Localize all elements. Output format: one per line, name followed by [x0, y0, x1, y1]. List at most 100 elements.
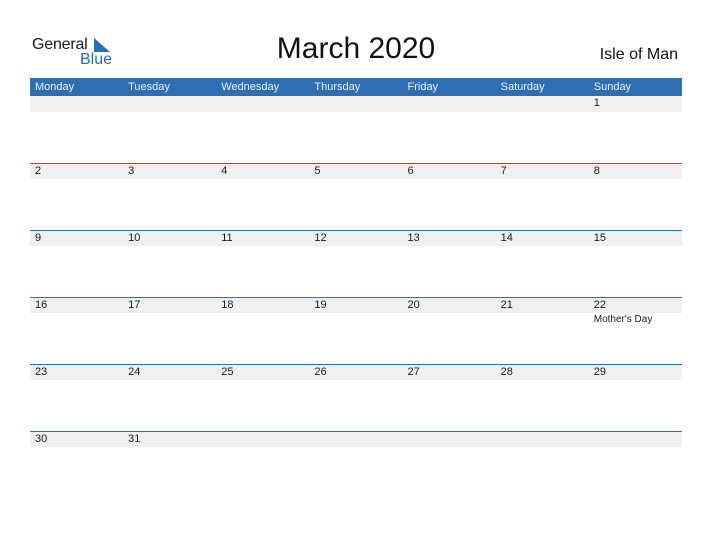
day-number: 26	[314, 366, 327, 378]
day-number	[35, 96, 123, 111]
day-number: 9	[35, 232, 42, 244]
day-number: 16	[35, 299, 48, 311]
day-cell	[496, 96, 589, 156]
day-number	[594, 432, 682, 447]
day-cell	[216, 96, 309, 156]
day-cell: 16	[30, 298, 123, 358]
day-cell: 14	[496, 231, 589, 291]
day-number: 30	[35, 433, 48, 445]
day-cell: 22 Mother's Day	[589, 298, 682, 358]
week-days: 30 31	[30, 432, 682, 492]
day-number: 27	[407, 366, 420, 378]
weeks-container: 1 2 3 4 5 6 7 8 9 10 11 12 13 14 15 16 17 18 19 20 21 22 Mothe…	[30, 96, 682, 498]
day-cell: 6	[403, 164, 496, 224]
weekday-saturday: Saturday	[500, 81, 545, 93]
day-number: 24	[128, 366, 141, 378]
week-row: 30 31	[30, 431, 682, 498]
day-number	[501, 96, 589, 111]
day-cell	[403, 432, 496, 492]
day-number	[221, 432, 309, 447]
week-row: 9 10 11 12 13 14 15	[30, 230, 682, 297]
day-number: 15	[593, 232, 606, 244]
day-cell	[589, 432, 682, 492]
day-cell: 18	[216, 298, 309, 358]
day-cell: 4	[216, 164, 309, 224]
week-days: 16 17 18 19 20 21 22 Mother's Day	[30, 298, 682, 358]
weekday-wednesday: Wednesday	[221, 81, 280, 93]
day-cell: 30	[30, 432, 123, 492]
weekday-tuesday: Tuesday	[128, 81, 170, 93]
day-number	[501, 432, 589, 447]
day-cell: 19	[309, 298, 402, 358]
day-number	[314, 96, 402, 111]
day-cell	[123, 96, 216, 156]
day-number: 4	[221, 165, 228, 177]
day-cell: 21	[496, 298, 589, 358]
day-cell	[309, 432, 402, 492]
day-cell: 25	[216, 365, 309, 425]
day-number: 10	[128, 232, 141, 244]
holiday-label: Mother's Day	[593, 314, 653, 325]
day-cell: 20	[403, 298, 496, 358]
day-number: 2	[35, 165, 42, 177]
week-days: 2 3 4 5 6 7 8	[30, 164, 682, 224]
day-number: 25	[221, 366, 234, 378]
week-row: 23 24 25 26 27 28 29	[30, 364, 682, 431]
day-cell: 31	[123, 432, 216, 492]
day-cell: 17	[123, 298, 216, 358]
day-cell: 11	[216, 231, 309, 291]
weekday-sunday: Sunday	[593, 81, 632, 93]
day-number: 21	[500, 299, 513, 311]
week-row: 16 17 18 19 20 21 22 Mother's Day	[30, 297, 682, 364]
day-cell: 24	[123, 365, 216, 425]
day-number: 20	[407, 299, 420, 311]
day-number: 11	[221, 232, 233, 244]
day-cell: 13	[403, 231, 496, 291]
day-number: 6	[407, 165, 414, 177]
day-cell	[216, 432, 309, 492]
day-number: 14	[500, 232, 513, 244]
week-days: 9 10 11 12 13 14 15	[30, 231, 682, 291]
weekday-monday: Monday	[35, 81, 75, 93]
day-number	[408, 96, 496, 111]
day-cell	[309, 96, 402, 156]
day-number	[314, 432, 402, 447]
day-number: 1	[593, 97, 600, 109]
day-number	[221, 96, 309, 111]
week-row: 1	[30, 96, 682, 163]
day-cell: 26	[309, 365, 402, 425]
day-cell: 27	[403, 365, 496, 425]
day-cell: 5	[309, 164, 402, 224]
weekday-thursday: Thursday	[314, 81, 361, 93]
day-cell	[30, 96, 123, 156]
day-number: 29	[593, 366, 606, 378]
day-cell: 29	[589, 365, 682, 425]
day-number: 18	[221, 299, 234, 311]
day-number: 19	[314, 299, 327, 311]
day-cell: 1	[589, 96, 682, 156]
week-days: 1	[30, 96, 682, 156]
day-number: 7	[500, 165, 507, 177]
weekday-friday: Friday	[407, 81, 439, 93]
day-cell: 10	[123, 231, 216, 291]
day-cell: 3	[123, 164, 216, 224]
day-cell	[403, 96, 496, 156]
day-cell: 12	[309, 231, 402, 291]
day-number: 3	[128, 165, 135, 177]
week-days: 23 24 25 26 27 28 29	[30, 365, 682, 425]
week-row: 2 3 4 5 6 7 8	[30, 163, 682, 230]
day-cell: 15	[589, 231, 682, 291]
region-label: Isle of Man	[599, 46, 678, 63]
day-number: 22	[593, 299, 606, 311]
day-number	[408, 432, 496, 447]
day-cell: 23	[30, 365, 123, 425]
day-cell: 2	[30, 164, 123, 224]
day-number: 12	[314, 232, 327, 244]
day-cell: 28	[496, 365, 589, 425]
day-cell: 7	[496, 164, 589, 224]
day-cell: 8	[589, 164, 682, 224]
day-cell: 9	[30, 231, 123, 291]
day-number: 13	[407, 232, 420, 244]
day-number: 28	[500, 366, 513, 378]
weekday-header: Monday Tuesday Wednesday Thursday Friday…	[30, 78, 682, 96]
